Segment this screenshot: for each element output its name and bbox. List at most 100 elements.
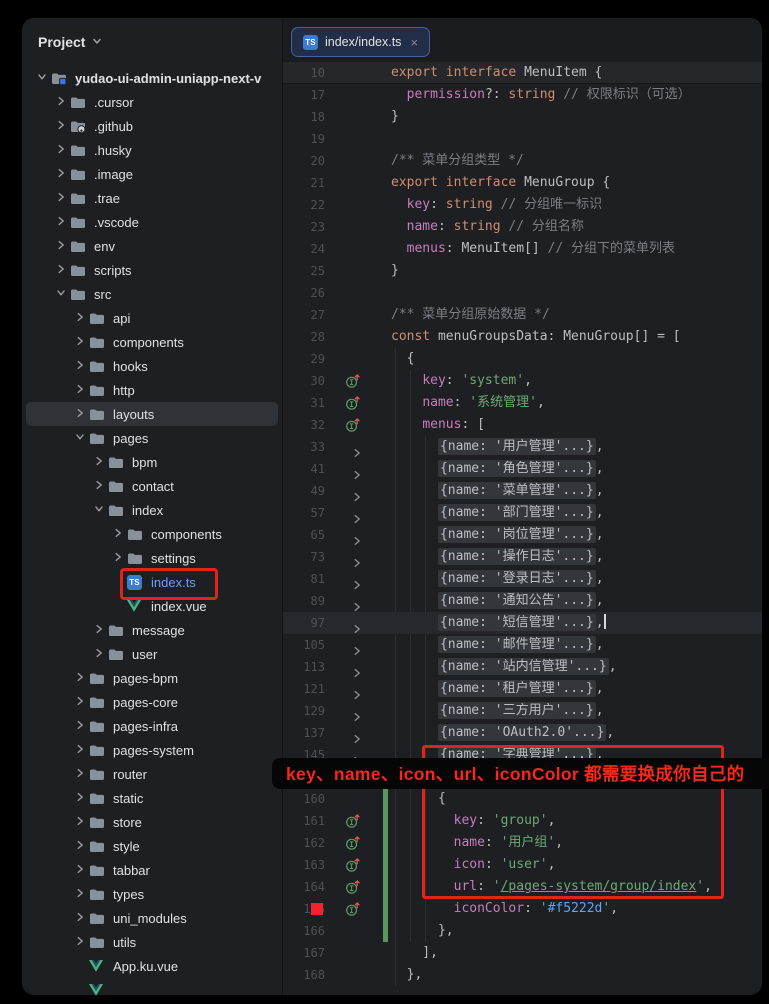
code-line-97[interactable]: 97 {name: '短信管理'...}, <box>283 612 762 634</box>
code-line-26[interactable]: 26 <box>283 282 762 304</box>
chevron-right-icon[interactable] <box>94 477 104 495</box>
code-line-160[interactable]: 160 { <box>283 788 762 810</box>
chevron-right-icon[interactable] <box>75 789 85 807</box>
code-line-33[interactable]: 33 {name: '用户管理'...}, <box>283 436 762 458</box>
code-line-18[interactable]: 18} <box>283 106 762 128</box>
code-line-text[interactable]: {name: '岗位管理'...}, <box>391 524 604 546</box>
tree-item-tabbar[interactable]: tabbar <box>26 858 278 882</box>
code-line-168[interactable]: 168 }, <box>283 964 762 986</box>
chevron-right-icon[interactable] <box>75 669 85 687</box>
code-line-text[interactable]: key: string // 分组唯一标识 <box>391 194 602 216</box>
chevron-right-icon[interactable] <box>75 717 85 735</box>
code-line-text[interactable]: {name: '用户管理'...}, <box>391 436 604 458</box>
code-line-text[interactable]: } <box>391 106 399 128</box>
code-line-text[interactable]: {name: '角色管理'...}, <box>391 458 604 480</box>
chevron-right-icon[interactable] <box>75 693 85 711</box>
project-tool-header[interactable]: Project <box>38 33 102 51</box>
tree-item-components[interactable]: components <box>26 330 278 354</box>
code-line-text[interactable]: } <box>391 260 399 282</box>
code-line-27[interactable]: 27/** 菜单分组原始数据 */ <box>283 304 762 326</box>
chevron-right-icon[interactable] <box>75 381 85 399</box>
chevron-down-icon[interactable] <box>75 429 85 447</box>
tree-item-layouts[interactable]: layouts <box>26 402 278 426</box>
code-line-24[interactable]: 24 menus: MenuItem[] // 分组下的菜单列表 <box>283 238 762 260</box>
code-line-49[interactable]: 49 {name: '菜单管理'...}, <box>283 480 762 502</box>
code-line-text[interactable]: iconColor: '#f5222d', <box>391 898 618 920</box>
tree-item-hooks[interactable]: hooks <box>26 354 278 378</box>
change-marker-bar[interactable] <box>383 920 388 942</box>
code-line-text[interactable]: { <box>391 348 414 370</box>
code-line-text[interactable]: menus: [ <box>391 414 485 436</box>
tree-item-pages-infra[interactable]: pages-infra <box>26 714 278 738</box>
change-marker-bar[interactable] <box>383 788 388 810</box>
code-line-text[interactable]: const menuGroupsData: MenuGroup[] = [ <box>391 326 681 348</box>
tree-item-contact[interactable]: contact <box>26 474 278 498</box>
chevron-right-icon[interactable] <box>56 141 66 159</box>
code-line-text[interactable]: name: '用户组', <box>391 832 563 854</box>
chevron-right-icon[interactable] <box>56 117 66 135</box>
code-line-19[interactable]: 19 <box>283 128 762 150</box>
code-line-text[interactable]: {name: 'OAuth2.0'...}, <box>391 722 614 744</box>
code-line-137[interactable]: 137 {name: 'OAuth2.0'...}, <box>283 722 762 744</box>
tree-item-pages-system[interactable]: pages-system <box>26 738 278 762</box>
chevron-right-icon[interactable] <box>56 93 66 111</box>
code-line-162[interactable]: 162 name: '用户组', <box>283 832 762 854</box>
tree-item-clipped[interactable] <box>26 978 278 995</box>
code-line-text[interactable]: {name: '站内信管理'...}, <box>391 656 617 678</box>
code-line-text[interactable]: }, <box>391 920 454 942</box>
code-line-text[interactable]: {name: '短信管理'...}, <box>391 612 606 634</box>
code-line-20[interactable]: 20/** 菜单分组类型 */ <box>283 150 762 172</box>
change-marker-bar[interactable] <box>383 898 388 920</box>
code-line-10[interactable]: 10export interface MenuItem { <box>283 62 762 84</box>
code-line-22[interactable]: 22 key: string // 分组唯一标识 <box>283 194 762 216</box>
chevron-right-icon[interactable] <box>75 765 85 783</box>
tree-item-message[interactable]: message <box>26 618 278 642</box>
chevron-right-icon[interactable] <box>75 405 85 423</box>
tab-index-index-ts[interactable]: TS index/index.ts × <box>291 27 430 57</box>
tree-item-index[interactable]: index <box>26 498 278 522</box>
chevron-right-icon[interactable] <box>75 837 85 855</box>
code-line-21[interactable]: 21export interface MenuGroup { <box>283 172 762 194</box>
tree-item-settings[interactable]: settings <box>26 546 278 570</box>
code-line-text[interactable]: name: string // 分组名称 <box>391 216 584 238</box>
tree-item-.cursor[interactable]: .cursor <box>26 90 278 114</box>
tree-item-.image[interactable]: .image <box>26 162 278 186</box>
code-line-text[interactable]: key: 'system', <box>391 370 532 392</box>
tree-item-http[interactable]: http <box>26 378 278 402</box>
code-line-29[interactable]: 29 { <box>283 348 762 370</box>
chevron-right-icon[interactable] <box>56 165 66 183</box>
tree-item-static[interactable]: static <box>26 786 278 810</box>
code-line-167[interactable]: 167 ], <box>283 942 762 964</box>
chevron-right-icon[interactable] <box>75 357 85 375</box>
code-line-31[interactable]: 31 name: '系统管理', <box>283 392 762 414</box>
code-line-25[interactable]: 25} <box>283 260 762 282</box>
tree-item-style[interactable]: style <box>26 834 278 858</box>
tree-item-.vscode[interactable]: .vscode <box>26 210 278 234</box>
chevron-right-icon[interactable] <box>75 333 85 351</box>
code-line-113[interactable]: 113 {name: '站内信管理'...}, <box>283 656 762 678</box>
code-line-text[interactable]: {name: '三方用户'...}, <box>391 700 604 722</box>
code-line-text[interactable]: url: '/pages-system/group/index', <box>391 876 712 898</box>
code-line-text[interactable]: ], <box>391 942 438 964</box>
chevron-right-icon[interactable] <box>75 861 85 879</box>
code-line-text[interactable]: {name: '操作日志'...}, <box>391 546 604 568</box>
code-line-text[interactable]: menus: MenuItem[] // 分组下的菜单列表 <box>391 238 675 260</box>
code-line-161[interactable]: 161 key: 'group', <box>283 810 762 832</box>
code-line-text[interactable]: {name: '邮件管理'...}, <box>391 634 604 656</box>
code-line-text[interactable]: {name: '通知公告'...}, <box>391 590 604 612</box>
tree-item-pages-bpm[interactable]: pages-bpm <box>26 666 278 690</box>
chevron-right-icon[interactable] <box>56 261 66 279</box>
tree-item-uni-modules[interactable]: uni_modules <box>26 906 278 930</box>
chevron-right-icon[interactable] <box>113 525 123 543</box>
tree-item-.husky[interactable]: .husky <box>26 138 278 162</box>
chevron-right-icon[interactable] <box>56 237 66 255</box>
code-line-text[interactable]: permission?: string // 权限标识（可选） <box>391 84 691 106</box>
change-marker-bar[interactable] <box>383 832 388 854</box>
chevron-right-icon[interactable] <box>94 645 104 663</box>
tree-item-index.vue[interactable]: index.vue <box>26 594 278 618</box>
code-line-164[interactable]: 164 url: '/pages-system/group/index', <box>283 876 762 898</box>
code-line-17[interactable]: 17 permission?: string // 权限标识（可选） <box>283 84 762 106</box>
color-preview-square[interactable] <box>311 903 323 915</box>
tree-item-api[interactable]: api <box>26 306 278 330</box>
code-line-32[interactable]: 32 menus: [ <box>283 414 762 436</box>
